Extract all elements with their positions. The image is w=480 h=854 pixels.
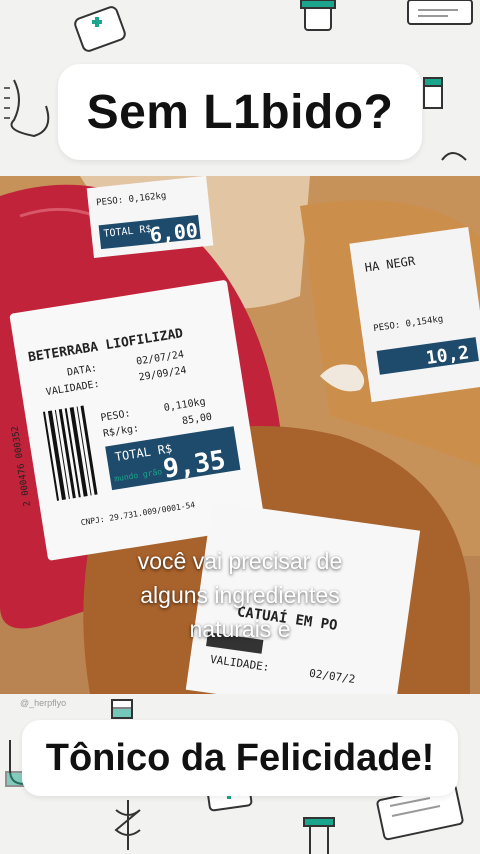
watermark: @_herpflyo xyxy=(20,698,67,708)
caduceus-icon xyxy=(114,800,141,850)
caption-line: alguns ingredientes xyxy=(140,582,340,608)
bandage-icon xyxy=(74,6,126,52)
caption: você vai precisar de alguns ingredientes… xyxy=(0,544,480,646)
stethoscope-icon xyxy=(441,152,467,161)
bottom-title: Tônico da Felicidade! xyxy=(45,736,435,779)
label-top: PESO: 0,162kg TOTAL R$ 6,00 xyxy=(86,176,214,258)
title-banner: Sem L1bido? xyxy=(58,64,422,160)
hand-icon xyxy=(4,79,50,138)
caption-line: você vai precisar de xyxy=(137,548,343,574)
medicine-jar-icon xyxy=(423,77,443,109)
clipboard-icon xyxy=(407,0,473,25)
label-right: HA NEGR PESO: 0,154kg 10,2 xyxy=(349,227,480,403)
pill-bottle-icon xyxy=(300,0,336,31)
bottom-banner: Tônico da Felicidade! xyxy=(22,720,458,796)
glass-icon xyxy=(111,699,133,719)
caption-line: naturais e xyxy=(189,616,291,642)
page-title: Sem L1bido? xyxy=(86,85,394,139)
crutch-icon xyxy=(303,817,335,854)
svg-text:6,00: 6,00 xyxy=(149,218,199,247)
